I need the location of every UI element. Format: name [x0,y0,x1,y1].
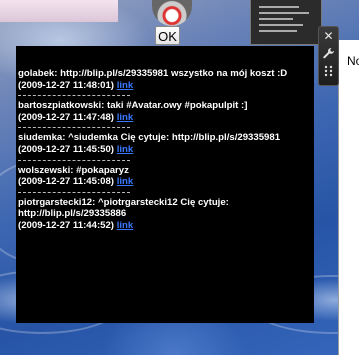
background-mini-window [250,0,322,45]
message-text: golabek: http://blip.pl/s/29335981 wszys… [18,68,288,79]
message-text: wolszewski: #pokaparyz [18,164,129,176]
divider [18,127,130,129]
background-window-text: No [347,54,359,68]
background-window-right: No [338,40,359,355]
divider [18,191,130,193]
message-list: golabek: http://blip.pl/s/29335981 wszys… [18,68,312,232]
close-icon[interactable]: ✕ [321,29,336,44]
list-item: golabek: http://blip.pl/s/29335981 wszys… [18,68,312,91]
message-text: piotrgarstecki12: ^piotrgarstecki12 Cię … [18,196,229,220]
ok-button[interactable]: OK [155,26,180,45]
drag-handle-icon[interactable] [321,65,336,80]
message-time: (2009-12-27 11:48:01) [18,79,115,91]
gadget-toolbar: ✕ [318,26,339,86]
list-item: piotrgarstecki12: ^piotrgarstecki12 Cię … [18,197,312,232]
message-link[interactable]: link [117,176,134,187]
list-item: siudemka: ^siudemka Cię cytuje: http://b… [18,132,312,155]
message-link[interactable]: link [117,220,134,231]
message-time: (2009-12-27 11:45:08) [18,176,115,188]
message-link[interactable]: link [117,112,134,123]
divider [18,159,130,161]
list-item: bartoszpiatkowski: taki #Avatar.owy #pok… [18,100,312,123]
message-link[interactable]: link [117,80,134,91]
message-time: (2009-12-27 11:44:52) [18,219,115,231]
message-time: (2009-12-27 11:45:50) [18,143,115,155]
message-text: bartoszpiatkowski: taki #Avatar.owy #pok… [18,100,248,112]
message-time: (2009-12-27 11:47:48) [18,111,115,123]
list-item: wolszewski: #pokaparyz (2009-12-27 11:45… [18,165,312,188]
message-text: siudemka: ^siudemka Cię cytuje: http://b… [18,132,281,144]
background-window-fragment [0,0,118,22]
message-link[interactable]: link [117,144,134,155]
wrench-icon[interactable] [321,47,336,62]
divider [18,95,130,97]
